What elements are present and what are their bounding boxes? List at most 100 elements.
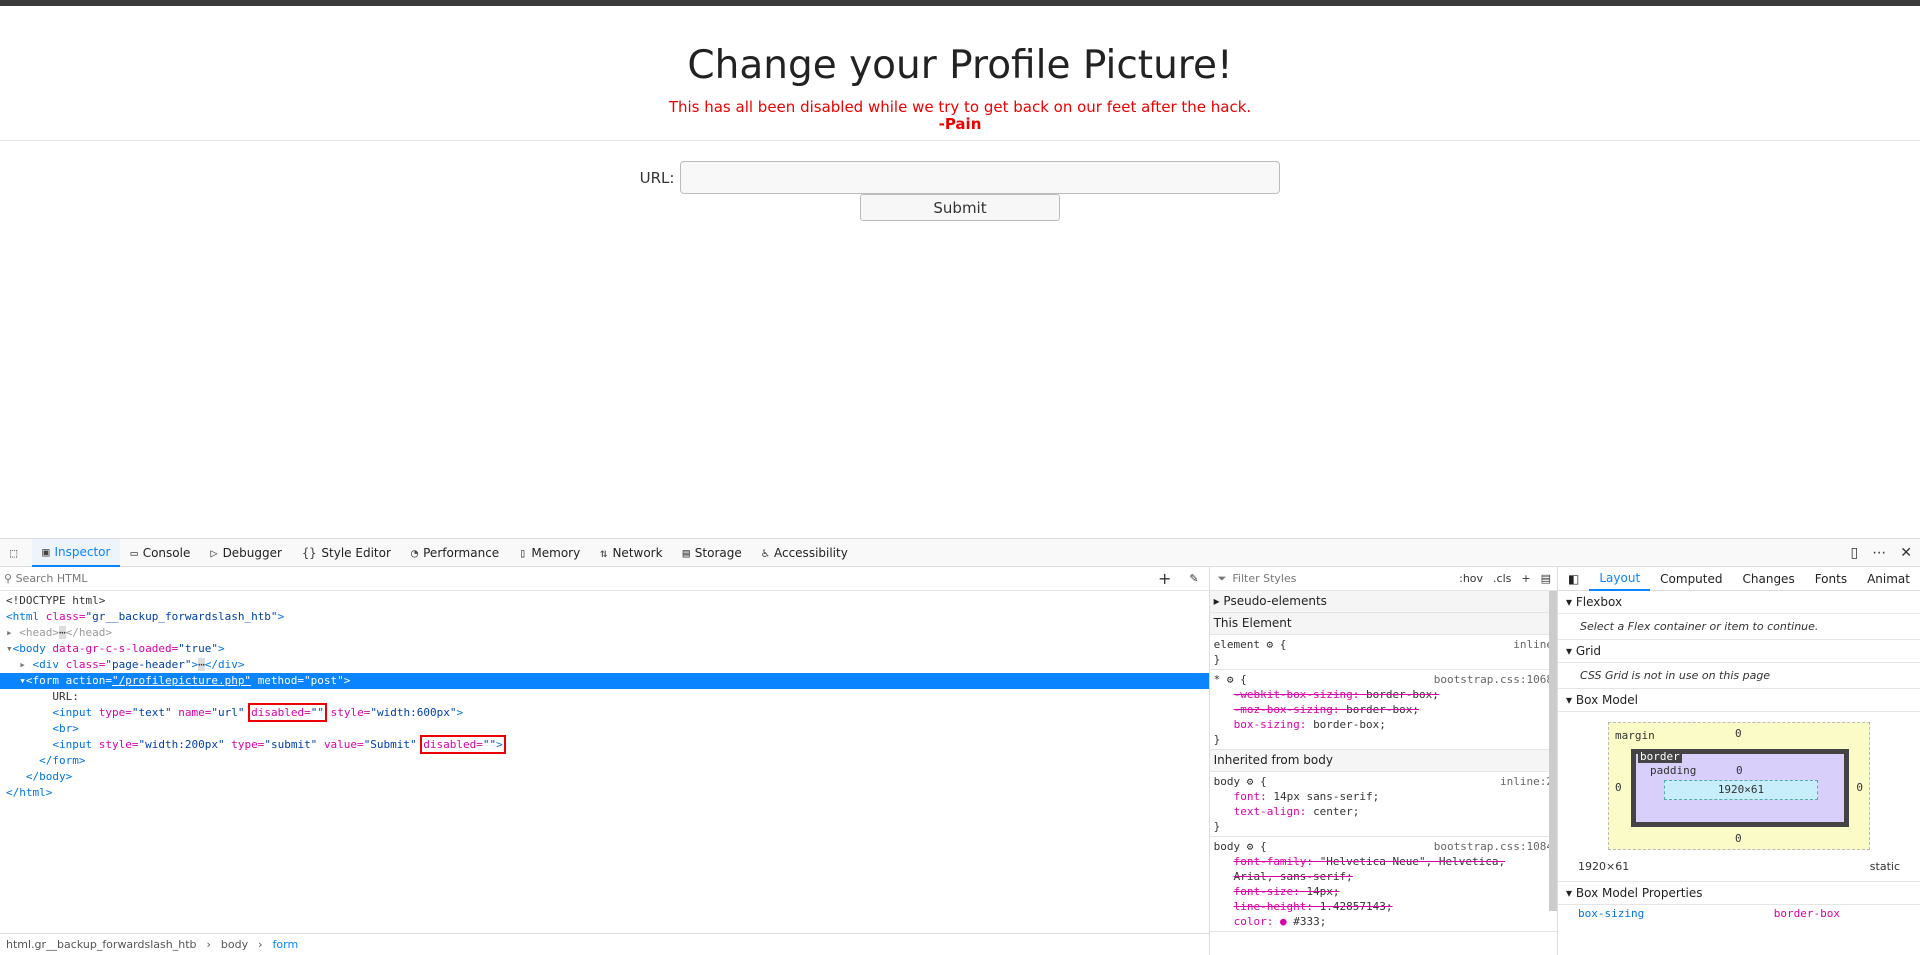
- margin-bottom-value[interactable]: 0: [1735, 832, 1742, 845]
- tree-line[interactable]: <input style="width:200px" type="submit"…: [0, 735, 1209, 754]
- tree-tag: </body>: [25, 770, 73, 783]
- tree-line-selected[interactable]: ▾<form action="/profilepicture.php" meth…: [0, 673, 1209, 689]
- tree-line[interactable]: URL:: [0, 689, 1209, 705]
- margin-top-value[interactable]: 0: [1735, 727, 1742, 740]
- tree-line[interactable]: <br>: [0, 721, 1209, 737]
- rule-source[interactable]: inline: [1513, 637, 1553, 652]
- box-model-property-row: box-sizing border-box: [1558, 905, 1920, 922]
- tab-inspector[interactable]: ▣ Inspector: [32, 538, 121, 567]
- rule-property[interactable]: -moz-box-sizing: border-box;: [1214, 702, 1553, 717]
- more-options-icon[interactable]: ⋯: [1872, 545, 1886, 561]
- rule-universal: bootstrap.css:1068 * ⚙ { -webkit-box-siz…: [1209, 670, 1558, 750]
- cls-toggle[interactable]: .cls: [1493, 572, 1511, 585]
- margin-right-value[interactable]: 0: [1856, 781, 1863, 794]
- toggle-sidebar-icon[interactable]: ◧: [1558, 567, 1589, 591]
- tree-tag: <br>: [52, 722, 79, 735]
- tree-line[interactable]: </body>: [0, 769, 1209, 785]
- box-model-properties-header[interactable]: ▾ Box Model Properties: [1558, 881, 1920, 905]
- tab-label: Performance: [423, 545, 500, 560]
- breadcrumb-item[interactable]: html.gr__backup_forwardslash_htb: [6, 938, 197, 951]
- scrollbar[interactable]: [1549, 591, 1558, 911]
- tree-line[interactable]: <!DOCTYPE html>: [0, 593, 1209, 609]
- add-rule-icon[interactable]: +: [1521, 572, 1530, 585]
- flexbox-header[interactable]: ▾ Flexbox: [1558, 591, 1920, 614]
- grid-header[interactable]: ▾ Grid: [1558, 640, 1920, 663]
- tab-debugger[interactable]: ▷ Debugger: [200, 539, 292, 567]
- rule-body-inline: inline:2 body ⚙ { font: 14px sans-serif;…: [1209, 772, 1558, 837]
- rule-property[interactable]: text-align: center;: [1214, 804, 1553, 819]
- content-box[interactable]: 1920×61: [1664, 780, 1818, 800]
- tree-attr: style=: [98, 738, 139, 751]
- tree-line[interactable]: <html class="gr__backup_forwardslash_htb…: [0, 609, 1209, 625]
- style-editor-icon: {}: [301, 545, 317, 560]
- dock-icon[interactable]: ▯: [1851, 545, 1859, 561]
- tab-accessibility[interactable]: ♿ Accessibility: [752, 539, 858, 567]
- prop-value: 1.42857143;: [1319, 900, 1393, 913]
- hov-toggle[interactable]: :hov: [1459, 572, 1483, 585]
- tree-tag: <div: [32, 658, 60, 671]
- tab-animations[interactable]: Animat: [1857, 567, 1920, 591]
- tab-style-editor[interactable]: {} Style Editor: [292, 539, 401, 567]
- tab-label: Network: [612, 545, 663, 560]
- box-dimensions: 1920×61: [1578, 860, 1630, 873]
- rule-source[interactable]: bootstrap.css:1084: [1434, 839, 1553, 854]
- tab-label: Console: [142, 545, 191, 560]
- breadcrumb-item[interactable]: body: [221, 938, 248, 951]
- border-label: border: [1638, 750, 1682, 763]
- rule-property[interactable]: line-height: 1.42857143;: [1214, 899, 1553, 914]
- search-icon: ⚲: [4, 572, 16, 585]
- filter-styles-input[interactable]: Filter Styles: [1232, 572, 1296, 585]
- tree-line[interactable]: ▸ <div class="page-header">⋯</div>: [0, 657, 1209, 673]
- rule-property[interactable]: box-sizing: border-box;: [1214, 717, 1553, 732]
- rules-list: ▸ Pseudo-elements This Element inline el…: [1209, 591, 1558, 932]
- rule-property[interactable]: font: 14px sans-serif;: [1214, 789, 1553, 804]
- tab-computed[interactable]: Computed: [1650, 567, 1732, 591]
- prop-name: font:: [1233, 790, 1267, 803]
- section-label: Grid: [1575, 644, 1602, 658]
- tree-line[interactable]: <input type="text" name="url" disabled="…: [0, 703, 1209, 722]
- tab-storage[interactable]: ▤ Storage: [673, 539, 752, 567]
- tab-changes[interactable]: Changes: [1733, 567, 1805, 591]
- url-input[interactable]: [680, 161, 1281, 194]
- print-simulation-icon[interactable]: ▤: [1541, 572, 1551, 585]
- tree-line[interactable]: </html>: [0, 785, 1209, 801]
- url-label: URL:: [639, 168, 675, 187]
- rule-property[interactable]: font-size: 14px;: [1214, 884, 1553, 899]
- breadcrumb-separator-icon: ›: [258, 938, 263, 951]
- rule-property[interactable]: -webkit-box-sizing: border-box;: [1214, 687, 1553, 702]
- inspector-icon: ▣: [42, 544, 50, 559]
- tree-line[interactable]: ▾<body data-gr-c-s-loaded="true">: [0, 641, 1209, 657]
- close-icon[interactable]: ✕: [1900, 545, 1912, 561]
- rule-property[interactable]: color: ● #333;: [1214, 914, 1553, 929]
- search-html-input[interactable]: Search HTML: [16, 572, 88, 585]
- color-swatch-icon[interactable]: ●: [1280, 915, 1287, 928]
- tab-console[interactable]: ▭ Console: [120, 539, 200, 567]
- rule-source[interactable]: bootstrap.css:1068: [1434, 672, 1553, 687]
- page-header: Change your Profile Picture! This has al…: [0, 6, 1920, 141]
- tree-tag: </head>: [65, 626, 112, 639]
- pseudo-elements-header[interactable]: ▸ Pseudo-elements: [1209, 591, 1558, 613]
- tab-performance[interactable]: ◔ Performance: [401, 539, 509, 567]
- padding-top-value[interactable]: 0: [1736, 764, 1743, 777]
- rule-property[interactable]: font-family: "Helvetica Neue", Helvetica…: [1214, 854, 1553, 869]
- tab-network[interactable]: ⇅ Network: [590, 539, 672, 567]
- box-model-header[interactable]: ▾ Box Model: [1558, 689, 1920, 712]
- submit-button[interactable]: Submit: [860, 194, 1060, 221]
- prop-value: 14px;: [1306, 885, 1340, 898]
- tree-line[interactable]: ▸ <head>⋯</head>: [0, 625, 1209, 641]
- prop-value: #333;: [1293, 915, 1327, 928]
- breadcrumb-item-current[interactable]: form: [273, 938, 299, 951]
- tree-line[interactable]: </form>: [0, 753, 1209, 769]
- rule-body-bootstrap: bootstrap.css:1084 body ⚙ { font-family:…: [1209, 837, 1558, 932]
- tree-val: "": [482, 738, 497, 751]
- add-node-icon[interactable]: +: [1158, 569, 1171, 588]
- element-picker-icon[interactable]: ⬚: [0, 539, 32, 567]
- eyedropper-icon[interactable]: ✎: [1189, 572, 1198, 585]
- tab-layout[interactable]: Layout: [1589, 567, 1651, 591]
- tab-memory[interactable]: ▯ Memory: [509, 539, 590, 567]
- prop-value: border-box: [1773, 907, 1840, 920]
- tab-fonts[interactable]: Fonts: [1805, 567, 1857, 591]
- rule-source[interactable]: inline:2: [1500, 774, 1553, 789]
- section-label: Flexbox: [1575, 595, 1623, 609]
- margin-left-value[interactable]: 0: [1615, 781, 1622, 794]
